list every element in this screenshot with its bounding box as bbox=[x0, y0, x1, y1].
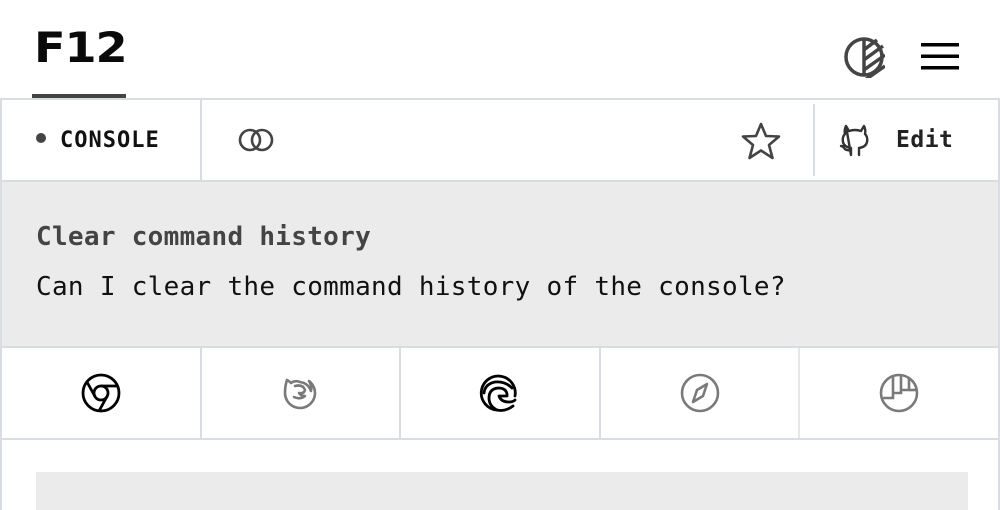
code-block bbox=[36, 472, 968, 510]
safari-icon bbox=[680, 373, 719, 413]
link-icon bbox=[238, 128, 274, 152]
hamburger-menu-icon bbox=[921, 43, 959, 70]
dot-icon bbox=[36, 133, 46, 143]
feature-toolbar: CONSOLE Edit bbox=[0, 98, 1000, 182]
feature-summary: Clear command history Can I clear the co… bbox=[0, 182, 1000, 348]
site-header: F12 bbox=[0, 0, 1000, 99]
browser-safari[interactable] bbox=[601, 348, 801, 438]
feature-question: Can I clear the command history of the c… bbox=[36, 272, 786, 302]
theme-toggle-button[interactable] bbox=[842, 35, 886, 79]
polypane-icon bbox=[879, 373, 919, 413]
contrast-icon bbox=[844, 37, 885, 78]
feature-title: Clear command history bbox=[36, 222, 372, 252]
github-icon bbox=[839, 124, 869, 157]
star-icon bbox=[741, 122, 781, 160]
toolbar-divider bbox=[813, 104, 815, 176]
tab-label: CONSOLE bbox=[60, 127, 160, 153]
edit-label: Edit bbox=[896, 127, 954, 153]
logo[interactable]: F12 bbox=[34, 24, 128, 72]
browser-firefox[interactable] bbox=[202, 348, 402, 438]
permalink-button[interactable] bbox=[234, 122, 278, 158]
firefox-icon bbox=[284, 378, 317, 410]
favorite-button[interactable] bbox=[738, 118, 784, 164]
browser-chrome[interactable] bbox=[2, 348, 202, 438]
menu-button[interactable] bbox=[918, 38, 962, 74]
browser-polypane[interactable] bbox=[800, 348, 998, 438]
chrome-icon bbox=[81, 373, 121, 413]
browser-edge[interactable] bbox=[401, 348, 601, 438]
tab-console[interactable]: CONSOLE bbox=[2, 100, 202, 180]
edit-on-github-button[interactable]: Edit bbox=[838, 100, 953, 180]
browser-support-bar bbox=[0, 348, 1000, 440]
edge-icon bbox=[479, 374, 517, 412]
feature-content bbox=[0, 440, 1000, 510]
